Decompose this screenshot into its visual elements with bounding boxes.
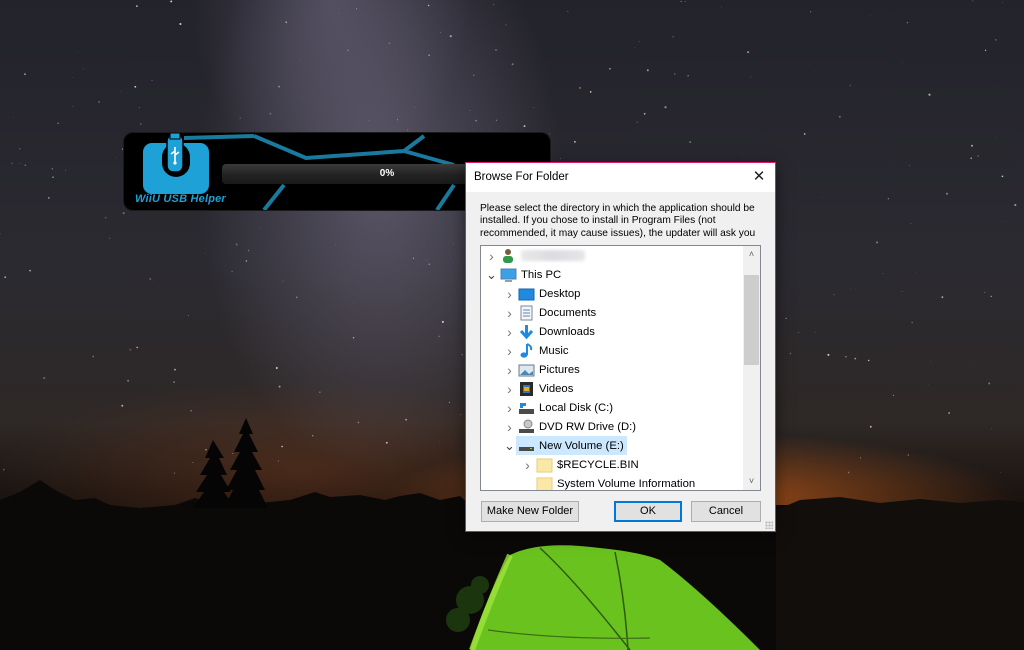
tree-item-label: System Volume Information — [557, 477, 696, 490]
scroll-up-icon[interactable]: ˄ — [743, 246, 760, 263]
tree-item-label: Videos — [539, 382, 574, 395]
chevron-right-icon[interactable]: › — [503, 341, 516, 360]
tree-item[interactable]: › Downloads — [503, 322, 598, 341]
tree-item[interactable]: › Videos — [503, 379, 576, 398]
chevron-down-icon[interactable]: ⌄ — [485, 265, 498, 284]
user-icon — [500, 248, 517, 264]
documents-icon — [518, 305, 535, 321]
pine-trees — [193, 418, 268, 508]
tree-item-content[interactable]: Pictures — [516, 360, 583, 379]
chevron-right-icon[interactable]: › — [485, 246, 498, 265]
tree-item[interactable]: › $RECYCLE.BIN — [521, 455, 642, 474]
folder-icon — [536, 457, 553, 473]
tree-item-content[interactable]: Downloads — [516, 322, 598, 341]
tree-item-label: Desktop — [539, 287, 581, 300]
chevron-right-icon[interactable]: › — [503, 322, 516, 341]
dialog-title: Browse For Folder — [474, 171, 569, 183]
tree-item[interactable]: › DVD RW Drive (D:) — [503, 417, 639, 436]
chevron-right-icon[interactable]: › — [503, 398, 516, 417]
tree-item-label: New Volume (E:) — [539, 439, 624, 452]
browse-for-folder-dialog: Browse For Folder ✕ Please select the di… — [465, 162, 776, 532]
folder-tree[interactable]: › ⌄ This PC › Desktop › Documents › Downloads › Mu… — [480, 245, 761, 491]
tree-item[interactable]: › Desktop — [503, 284, 583, 303]
tree-item-label: $RECYCLE.BIN — [557, 458, 639, 471]
cancel-button[interactable]: Cancel — [691, 501, 761, 522]
tree-item[interactable]: ⌄ This PC — [485, 265, 564, 284]
ok-button[interactable]: OK — [614, 501, 682, 522]
redacted-user-name — [521, 250, 585, 261]
tree-item-label: Documents — [539, 306, 597, 319]
chevron-right-icon[interactable]: › — [503, 360, 516, 379]
tree-item-label: This PC — [521, 268, 562, 281]
this-pc-icon — [500, 267, 517, 283]
tree-item-content[interactable]: $RECYCLE.BIN — [534, 455, 642, 474]
tree-item-label: Music — [539, 344, 569, 357]
tree-item-content[interactable] — [498, 246, 588, 265]
make-new-folder-button[interactable]: Make New Folder — [481, 501, 579, 522]
tree-item-label: DVD RW Drive (D:) — [539, 420, 637, 433]
chevron-right-icon[interactable]: › — [503, 417, 516, 436]
tree-item-content[interactable]: New Volume (E:) — [516, 436, 627, 455]
distant-ridge — [776, 497, 1024, 650]
pictures-icon — [518, 362, 535, 378]
chevron-right-icon[interactable]: › — [521, 455, 534, 474]
chevron-right-icon[interactable]: › — [503, 284, 516, 303]
tree-item[interactable]: ⌄ New Volume (E:) — [503, 436, 627, 455]
tree-item-content[interactable]: Local Disk (C:) — [516, 398, 616, 417]
tree-item-content[interactable]: This PC — [498, 265, 564, 284]
resize-grip[interactable] — [765, 521, 773, 529]
chevron-right-icon[interactable]: › — [503, 303, 516, 322]
app-name-label: WiiU USB Helper — [135, 193, 226, 205]
folder-icon — [536, 476, 553, 490]
tree-item-label: Local Disk (C:) — [539, 401, 614, 414]
drive-icon — [518, 438, 535, 454]
chevron-down-icon[interactable]: ⌄ — [503, 436, 516, 455]
tree-item[interactable]: › — [485, 246, 588, 265]
tree-item[interactable]: System Volume Information — [521, 474, 698, 490]
folder-tree-viewport: › ⌄ This PC › Desktop › Documents › Downloads › Mu… — [481, 246, 743, 490]
tree-scrollbar[interactable]: ˄ ˅ — [743, 246, 760, 490]
scroll-down-icon[interactable]: ˅ — [743, 473, 760, 490]
tree-item[interactable]: › Music — [503, 341, 572, 360]
dialog-titlebar[interactable]: Browse For Folder ✕ — [466, 163, 775, 192]
chevron-right-icon[interactable]: › — [503, 379, 516, 398]
tree-item-content[interactable]: Music — [516, 341, 572, 360]
videos-icon — [518, 381, 535, 397]
downloads-icon — [518, 324, 535, 340]
tree-item[interactable]: › Local Disk (C:) — [503, 398, 616, 417]
dvd-drive-icon — [518, 419, 535, 435]
music-icon — [518, 342, 535, 359]
tree-item[interactable]: › Pictures — [503, 360, 583, 379]
tree-item-label: Downloads — [539, 325, 595, 338]
close-icon[interactable]: ✕ — [743, 163, 775, 192]
local-disk-icon — [518, 400, 535, 416]
tree-item-content[interactable]: Desktop — [516, 284, 583, 303]
dialog-description: Please select the directory in which the… — [480, 203, 756, 239]
tree-item[interactable]: › Documents — [503, 303, 599, 322]
tree-item-content[interactable]: Videos — [516, 379, 576, 398]
scrollbar-thumb[interactable] — [744, 275, 759, 365]
tree-item-content[interactable]: Documents — [516, 303, 599, 322]
tree-item-label: Pictures — [539, 363, 580, 376]
tree-item-content[interactable]: DVD RW Drive (D:) — [516, 417, 639, 436]
desktop-icon — [518, 286, 535, 302]
tree-item-content[interactable]: System Volume Information — [534, 474, 698, 490]
